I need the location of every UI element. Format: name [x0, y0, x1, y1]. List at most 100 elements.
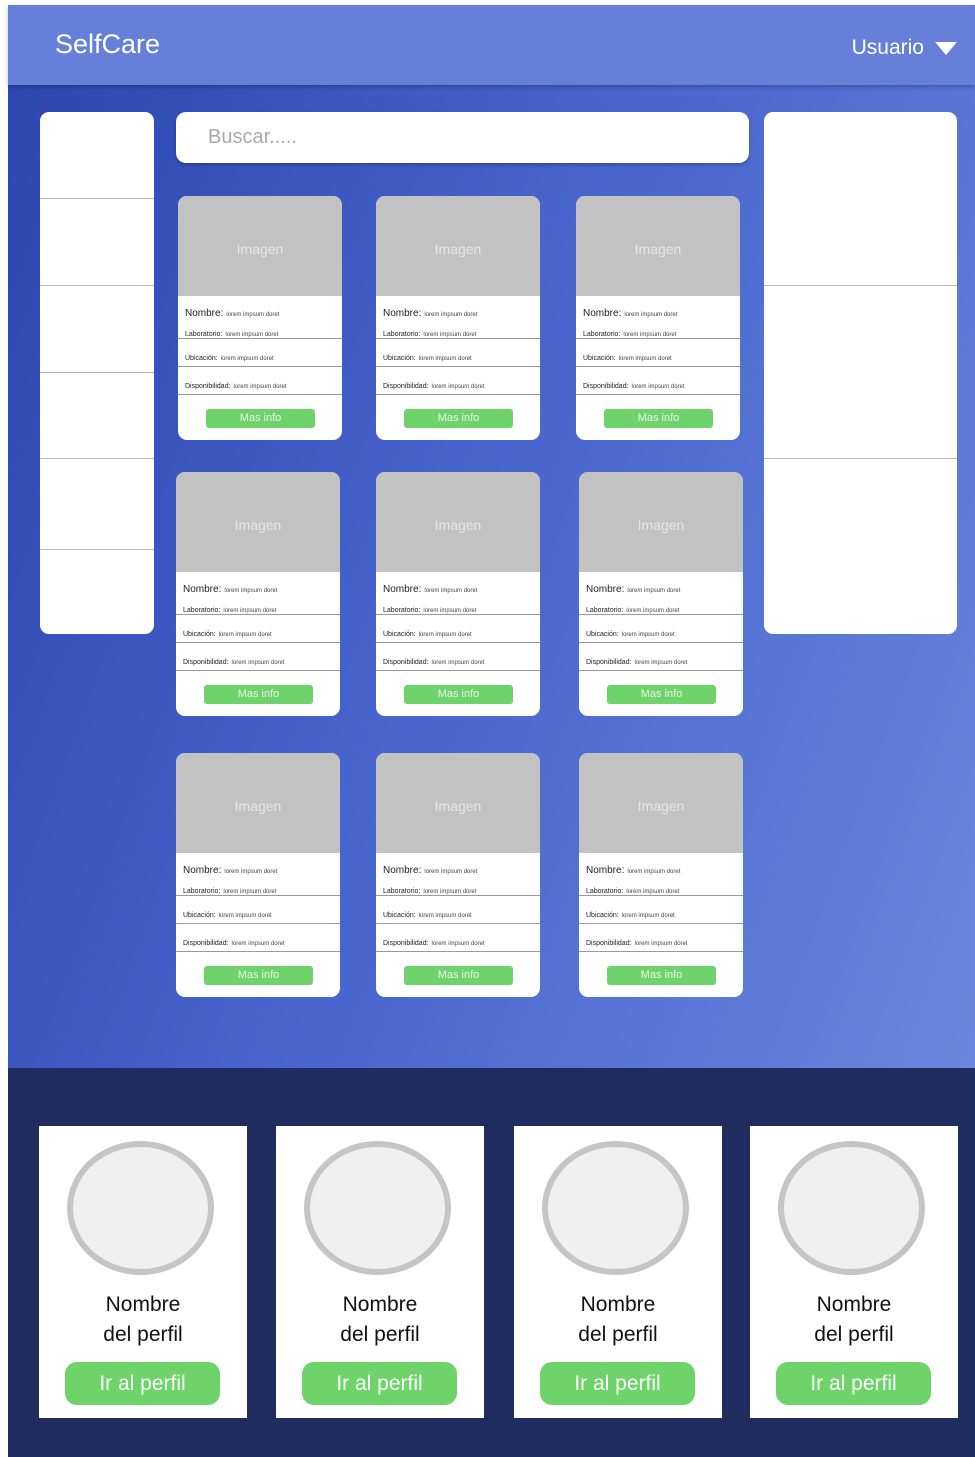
- sidebar-item[interactable]: [40, 112, 154, 199]
- ubicacion-value: lorem impsum doret: [218, 632, 272, 638]
- disponibilidad-label: Disponibilidad:: [183, 940, 229, 947]
- disponibilidad-label: Disponibilidad:: [586, 940, 632, 947]
- card-divider: [376, 670, 540, 671]
- card-divider: [376, 338, 540, 339]
- profile-name-line2: del perfil: [103, 1323, 183, 1346]
- card-divider: [376, 642, 540, 643]
- card-nombre-row: Nombre: lorem impsum doret: [576, 303, 740, 321]
- ubicacion-value: lorem impsum doret: [220, 356, 274, 362]
- user-menu[interactable]: Usuario: [852, 36, 957, 60]
- search-input[interactable]: [176, 112, 749, 163]
- disponibilidad-label: Disponibilidad:: [185, 383, 231, 390]
- product-card: Imagen Nombre: lorem impsum doret Laborator…: [178, 196, 342, 440]
- ubicacion-label: Ubicación:: [183, 631, 216, 638]
- right-panel-item[interactable]: [764, 286, 957, 459]
- go-to-profile-button[interactable]: Ir al perfil: [302, 1362, 457, 1405]
- mas-info-button[interactable]: Mas info: [204, 966, 313, 985]
- card-divider: [376, 366, 540, 367]
- sidebar-item[interactable]: [40, 459, 154, 550]
- nombre-value: lorem impsum doret: [627, 869, 681, 875]
- profile-name: Nombre del perfil: [276, 1290, 484, 1350]
- disponibilidad-value: lorem impsum doret: [431, 941, 485, 947]
- laboratorio-label: Laboratorio:: [586, 888, 624, 895]
- laboratorio-label: Laboratorio:: [383, 331, 421, 338]
- nombre-value: lorem impsum doret: [424, 312, 478, 318]
- profile-name-line1: Nombre: [342, 1293, 418, 1316]
- laboratorio-label: Laboratorio:: [383, 888, 421, 895]
- product-image: Imagen: [579, 753, 743, 853]
- card-nombre-row: Nombre: lorem impsum doret: [376, 579, 540, 597]
- ubicacion-label: Ubicación:: [586, 912, 619, 919]
- card-nombre-row: Nombre: lorem impsum doret: [178, 303, 342, 321]
- sidebar-item[interactable]: [40, 199, 154, 286]
- card-divider: [176, 614, 340, 615]
- mas-info-button[interactable]: Mas info: [607, 966, 716, 985]
- card-disponibilidad-row: Disponibilidad: lorem impsum doret: [176, 651, 340, 669]
- user-menu-label: Usuario: [851, 36, 924, 59]
- product-image: Imagen: [376, 753, 540, 853]
- product-card: Imagen Nombre: lorem impsum doret Laborator…: [376, 472, 540, 716]
- laboratorio-label: Laboratorio:: [183, 607, 221, 614]
- card-ubicacion-row: Ubicación: lorem impsum doret: [579, 623, 743, 641]
- disponibilidad-label: Disponibilidad:: [383, 940, 429, 947]
- profile-card: Nombre del perfil Ir al perfil: [39, 1126, 247, 1418]
- ubicacion-label: Ubicación:: [383, 912, 416, 919]
- card-divider: [176, 895, 340, 896]
- card-divider: [376, 614, 540, 615]
- card-divider: [176, 951, 340, 952]
- brand-logo[interactable]: SelfCare: [55, 29, 160, 60]
- nombre-label: Nombre:: [586, 584, 625, 595]
- mas-info-button[interactable]: Mas info: [607, 685, 716, 704]
- laboratorio-label: Laboratorio:: [586, 607, 624, 614]
- card-nombre-row: Nombre: lorem impsum doret: [376, 303, 540, 321]
- right-panel-item[interactable]: [764, 459, 957, 634]
- laboratorio-label: Laboratorio:: [383, 607, 421, 614]
- card-divider: [579, 642, 743, 643]
- ubicacion-value: lorem impsum doret: [621, 632, 675, 638]
- product-card: Imagen Nombre: lorem impsum doret Laborator…: [576, 196, 740, 440]
- product-image: Imagen: [376, 196, 540, 296]
- card-ubicacion-row: Ubicación: lorem impsum doret: [178, 347, 342, 365]
- product-image: Imagen: [576, 196, 740, 296]
- disponibilidad-label: Disponibilidad:: [183, 659, 229, 666]
- nombre-value: lorem impsum doret: [226, 312, 280, 318]
- ubicacion-label: Ubicación:: [583, 355, 616, 362]
- mas-info-button[interactable]: Mas info: [404, 966, 513, 985]
- main-section: ImagenNombre:lorem impsum doretLaborator…: [8, 85, 975, 1068]
- disponibilidad-value: lorem impsum doret: [233, 384, 287, 390]
- profiles-footer: Nombre del perfil Ir al perfil Nombre de…: [8, 1068, 975, 1457]
- right-panel-item[interactable]: [764, 112, 957, 286]
- mas-info-button[interactable]: Mas info: [604, 409, 713, 428]
- disponibilidad-value: lorem impsum doret: [431, 660, 485, 666]
- product-card: Imagen Nombre: lorem impsum doret Laborator…: [579, 753, 743, 997]
- go-to-profile-button[interactable]: Ir al perfil: [540, 1362, 695, 1405]
- go-to-profile-button[interactable]: Ir al perfil: [776, 1362, 931, 1405]
- product-card: Imagen Nombre: lorem impsum doret Laborator…: [176, 753, 340, 997]
- card-divider: [176, 670, 340, 671]
- mas-info-button[interactable]: Mas info: [206, 409, 315, 428]
- sidebar-item[interactable]: [40, 286, 154, 373]
- disponibilidad-value: lorem impsum doret: [231, 941, 285, 947]
- profile-card: Nombre del perfil Ir al perfil: [514, 1126, 722, 1418]
- go-to-profile-button[interactable]: Ir al perfil: [65, 1362, 220, 1405]
- product-image: Imagen: [176, 753, 340, 853]
- card-nombre-row: Nombre: lorem impsum doret: [579, 579, 743, 597]
- ubicacion-label: Ubicación:: [185, 355, 218, 362]
- disponibilidad-label: Disponibilidad:: [586, 659, 632, 666]
- profile-name-line1: Nombre: [105, 1293, 181, 1316]
- card-divider: [176, 923, 340, 924]
- sidebar-item[interactable]: [40, 373, 154, 459]
- mas-info-button[interactable]: Mas info: [404, 685, 513, 704]
- mas-info-button[interactable]: Mas info: [204, 685, 313, 704]
- disponibilidad-value: lorem impsum doret: [631, 384, 685, 390]
- app-frame: SelfCare Usuario ImagenNombre:lorem imps…: [8, 5, 975, 1457]
- nombre-value: lorem impsum doret: [424, 588, 478, 594]
- mas-info-button[interactable]: Mas info: [404, 409, 513, 428]
- card-divider: [178, 366, 342, 367]
- sidebar-item[interactable]: [40, 550, 154, 634]
- disponibilidad-value: lorem impsum doret: [431, 384, 485, 390]
- product-card: Imagen Nombre: lorem impsum doret Laborator…: [376, 753, 540, 997]
- nombre-label: Nombre:: [185, 308, 224, 319]
- nombre-label: Nombre:: [586, 865, 625, 876]
- card-ubicacion-row: Ubicación: lorem impsum doret: [176, 904, 340, 922]
